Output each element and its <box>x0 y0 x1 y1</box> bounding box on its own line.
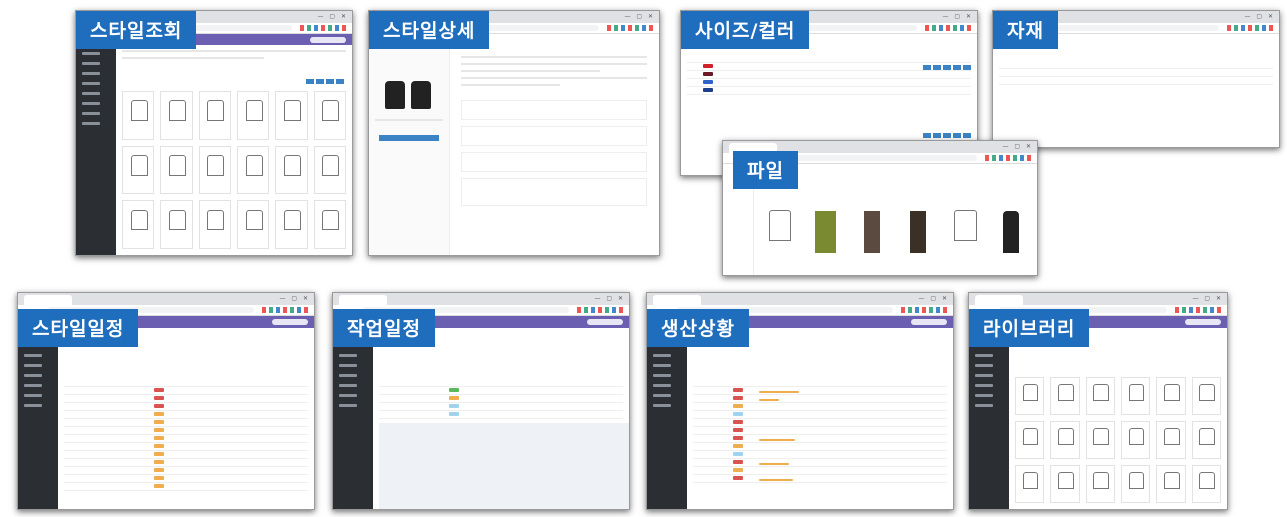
screenshot-production-status: — ▢ ✕ 생산상황 <box>646 292 954 510</box>
panel-label-material: 자재 <box>993 11 1058 49</box>
panel-label-work-schedule: 작업일정 <box>333 309 435 347</box>
sweater-thumbnail <box>385 81 405 109</box>
panel-label-library: 라이브러리 <box>969 309 1090 347</box>
screenshot-library: — ▢ ✕ 라이브러리 <box>968 292 1228 510</box>
screenshot-material: — ▢ ✕ 자재 <box>992 10 1280 148</box>
screenshot-style-detail: — ▢ ✕ 스타일상세 <box>368 10 660 256</box>
panel-label-style-schedule: 스타일일정 <box>18 309 139 347</box>
sweater-thumbnail <box>411 81 431 109</box>
panel-label-style-list: 스타일조회 <box>76 11 197 49</box>
panel-label-size-color: 사이즈/컬러 <box>681 11 810 49</box>
screenshot-work-schedule: — ▢ ✕ 작업일정 <box>332 292 630 510</box>
panel-label-style-detail: 스타일상세 <box>369 11 490 49</box>
panel-label-production-status: 생산상황 <box>647 309 749 347</box>
screenshot-style-list: — ▢ ✕ 스타일조회 <box>75 10 353 256</box>
screenshot-style-schedule: — ▢ ✕ 스타일일정 <box>17 292 315 510</box>
screenshot-file: — ▢ ✕ 파일 <box>722 140 1038 276</box>
panel-label-file: 파일 <box>733 151 798 189</box>
